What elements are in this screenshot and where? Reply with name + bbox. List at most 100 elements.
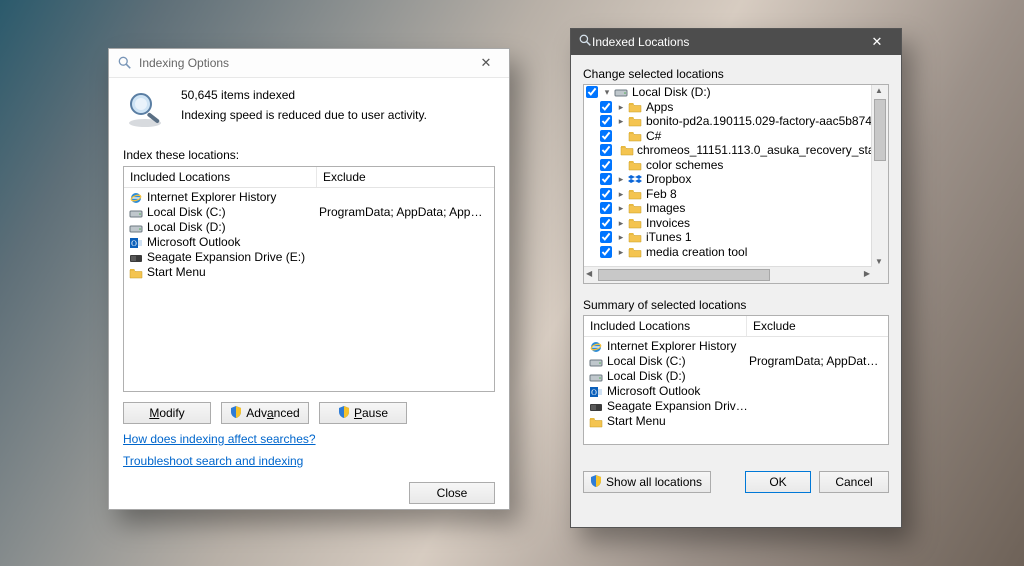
ok-button[interactable]: OK xyxy=(745,471,811,493)
exclude-value: ProgramData; AppData; AppData; Microso..… xyxy=(319,205,490,220)
col-exclude-header[interactable]: Exclude xyxy=(317,167,494,187)
modify-button[interactable]: Modify xyxy=(123,402,211,424)
list-item[interactable]: Local Disk (D:) xyxy=(124,220,494,235)
locations-listbox[interactable]: Included Locations Exclude Internet Expl… xyxy=(123,166,495,392)
list-item[interactable]: Internet Explorer History xyxy=(124,190,494,205)
close-button[interactable]: Close xyxy=(409,482,495,504)
folder-icon xyxy=(627,187,643,201)
location-name: Start Menu xyxy=(607,414,749,429)
window-title: Indexing Options xyxy=(139,56,467,70)
tree-checkbox[interactable] xyxy=(600,115,612,127)
expand-icon[interactable]: ▸ xyxy=(616,216,626,230)
tree-checkbox[interactable] xyxy=(600,202,612,214)
cancel-button[interactable]: Cancel xyxy=(819,471,889,493)
location-name: Local Disk (D:) xyxy=(607,369,749,384)
tree-item[interactable]: ▸media creation tool xyxy=(584,245,872,260)
tree-item[interactable]: ▸Feb 8 xyxy=(584,187,872,202)
change-locations-label: Change selected locations xyxy=(583,67,889,81)
tree-item[interactable]: ▸Dropbox xyxy=(584,172,872,187)
tree-checkbox[interactable] xyxy=(600,231,612,243)
list-item[interactable]: Seagate Expansion Drive (E:) xyxy=(584,399,888,414)
col-included-header[interactable]: Included Locations xyxy=(124,167,317,187)
tree-item[interactable]: ·chromeos_11151.113.0_asuka_recovery_sta… xyxy=(584,143,872,158)
list-item[interactable]: Local Disk (C:)ProgramData; AppData; App… xyxy=(584,354,888,369)
seagate-icon xyxy=(128,251,144,265)
location-name: Microsoft Outlook xyxy=(147,235,319,250)
troubleshoot-link[interactable]: Troubleshoot search and indexing xyxy=(123,454,303,468)
location-name: Internet Explorer History xyxy=(147,190,319,205)
close-icon[interactable]: ✕ xyxy=(857,29,897,55)
folder-icon xyxy=(627,158,643,172)
drive-icon xyxy=(588,370,604,384)
tree-checkbox[interactable] xyxy=(600,130,612,142)
tree-item-label: bonito-pd2a.190115.029-factory-aac5b874 xyxy=(646,114,872,128)
indexing-speed-label: Indexing speed is reduced due to user ac… xyxy=(181,108,427,122)
tree-item-label: color schemes xyxy=(646,158,723,172)
list-item[interactable]: Local Disk (D:) xyxy=(584,369,888,384)
how-indexing-link[interactable]: How does indexing affect searches? xyxy=(123,432,316,446)
location-name: Internet Explorer History xyxy=(607,339,749,354)
tree-checkbox[interactable] xyxy=(600,188,612,200)
close-icon[interactable]: ✕ xyxy=(467,49,505,77)
tree-item[interactable]: ▸iTunes 1 xyxy=(584,230,872,245)
indexing-options-dialog: Indexing Options ✕ 50,645 items indexed … xyxy=(108,48,510,510)
list-item[interactable]: Start Menu xyxy=(124,265,494,280)
expand-icon[interactable]: ▸ xyxy=(616,187,626,201)
outlook-icon: O xyxy=(588,385,604,399)
drive-icon xyxy=(588,355,604,369)
list-item[interactable]: Start Menu xyxy=(584,414,888,429)
expand-icon[interactable]: ▸ xyxy=(616,100,626,114)
expand-icon[interactable]: ▸ xyxy=(616,114,626,128)
ie-icon xyxy=(588,340,604,354)
tree-checkbox[interactable] xyxy=(600,173,612,185)
tree-item[interactable]: ▸Invoices xyxy=(584,216,872,231)
items-indexed-label: 50,645 items indexed xyxy=(181,88,427,102)
tree-checkbox[interactable] xyxy=(600,159,612,171)
summary-listbox[interactable]: Included Locations Exclude Internet Expl… xyxy=(583,315,889,445)
expand-icon[interactable]: ▸ xyxy=(616,172,626,186)
tree-item[interactable]: ·color schemes xyxy=(584,158,872,173)
folder-icon xyxy=(128,266,144,280)
folder-icon xyxy=(627,216,643,230)
expand-icon[interactable]: ▾ xyxy=(602,85,612,99)
list-item[interactable]: Internet Explorer History xyxy=(584,339,888,354)
tree-item[interactable]: ·C# xyxy=(584,129,872,144)
folder-icon xyxy=(627,114,643,128)
location-name: Microsoft Outlook xyxy=(607,384,749,399)
vertical-scrollbar[interactable] xyxy=(871,85,888,267)
expand-icon[interactable]: ▸ xyxy=(616,201,626,215)
list-item[interactable]: OMicrosoft Outlook xyxy=(124,235,494,250)
tree-checkbox[interactable] xyxy=(586,86,598,98)
pause-button[interactable]: Pause xyxy=(319,402,407,424)
tree-item[interactable]: ▸ bonito-pd2a.190115.029-factory-aac5b874 xyxy=(584,114,872,129)
list-item[interactable]: OMicrosoft Outlook xyxy=(584,384,888,399)
expand-icon[interactable]: ▸ xyxy=(616,245,626,259)
titlebar[interactable]: Indexing Options ✕ xyxy=(109,49,509,78)
locations-tree[interactable]: ▾Local Disk (D:)▸Apps▸bonito-pd2a.190115… xyxy=(583,84,889,284)
ie-icon xyxy=(128,191,144,205)
folder-icon xyxy=(627,100,643,114)
tree-checkbox[interactable] xyxy=(600,144,612,156)
list-item[interactable]: Seagate Expansion Drive (E:) xyxy=(124,250,494,265)
advanced-button[interactable]: Advanced xyxy=(221,402,309,424)
seagate-icon xyxy=(588,400,604,414)
drive-icon xyxy=(613,85,629,99)
folder-icon xyxy=(627,201,643,215)
show-all-locations-button[interactable]: Show all locations xyxy=(583,471,711,493)
list-item[interactable]: Local Disk (C:)ProgramData; AppData; App… xyxy=(124,205,494,220)
tree-checkbox[interactable] xyxy=(600,217,612,229)
tree-item[interactable]: ▾Local Disk (D:) xyxy=(584,85,872,100)
horizontal-scrollbar[interactable] xyxy=(584,266,872,283)
tree-item[interactable]: ▸Apps xyxy=(584,100,872,115)
expand-icon[interactable]: ▸ xyxy=(616,230,626,244)
indexed-locations-dialog: Indexed Locations ✕ Change selected loca… xyxy=(570,28,902,528)
search-icon xyxy=(117,55,133,71)
tree-item[interactable]: ▸Images xyxy=(584,201,872,216)
titlebar[interactable]: Indexed Locations ✕ xyxy=(571,29,901,55)
tree-checkbox[interactable] xyxy=(600,246,612,258)
tree-checkbox[interactable] xyxy=(600,101,612,113)
dropbox-icon xyxy=(627,172,643,186)
col-exclude-header[interactable]: Exclude xyxy=(747,316,888,336)
col-included-header[interactable]: Included Locations xyxy=(584,316,747,336)
folder-icon xyxy=(627,245,643,259)
